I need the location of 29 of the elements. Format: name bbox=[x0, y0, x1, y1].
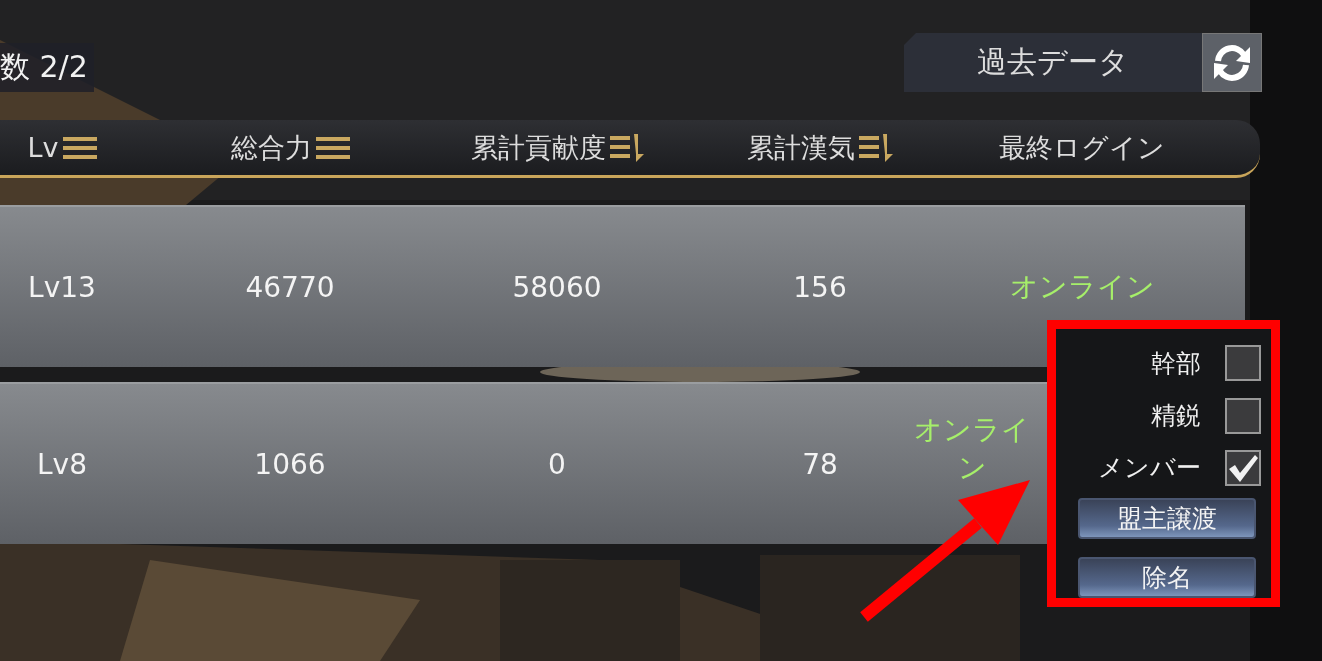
table-cell: 58060 bbox=[512, 270, 602, 304]
sort-descending-icon[interactable] bbox=[609, 133, 644, 162]
status-text: オンライン bbox=[913, 412, 1031, 486]
option-label: 精鋭 bbox=[1151, 400, 1201, 433]
status-text: オンライン bbox=[1009, 269, 1155, 305]
column-header[interactable]: 累計漢気 bbox=[747, 129, 855, 166]
option-label: メンバー bbox=[1098, 452, 1201, 485]
column-header[interactable]: 最終ログイン bbox=[999, 129, 1165, 166]
table-cell: 1066 bbox=[254, 447, 326, 481]
column-header[interactable]: Lv bbox=[27, 132, 59, 163]
table-cell: Lv13 bbox=[28, 270, 96, 304]
table-cell: 156 bbox=[793, 270, 847, 304]
sort-descending-icon[interactable] bbox=[859, 133, 893, 162]
table-cell: 46770 bbox=[245, 270, 335, 304]
table-cell: Lv8 bbox=[37, 447, 87, 481]
table-cell: 78 bbox=[802, 447, 838, 481]
checkbox[interactable] bbox=[1225, 449, 1261, 486]
member-count: 数 2/2 bbox=[0, 43, 94, 92]
column-header[interactable]: 総合力 bbox=[230, 129, 312, 166]
checkbox[interactable] bbox=[1225, 397, 1261, 434]
sort-icon[interactable] bbox=[62, 134, 97, 161]
menu-button[interactable]: 盟主譲渡 bbox=[1077, 498, 1256, 540]
table-cell: 0 bbox=[548, 447, 566, 481]
menu-button[interactable]: 除名 bbox=[1077, 557, 1256, 598]
sort-icon[interactable] bbox=[315, 134, 350, 161]
column-header[interactable]: 累計貢献度 bbox=[470, 129, 606, 166]
checkbox[interactable] bbox=[1225, 345, 1261, 382]
check-icon bbox=[1227, 452, 1259, 483]
history-button[interactable]: 過去データ bbox=[904, 33, 1262, 92]
